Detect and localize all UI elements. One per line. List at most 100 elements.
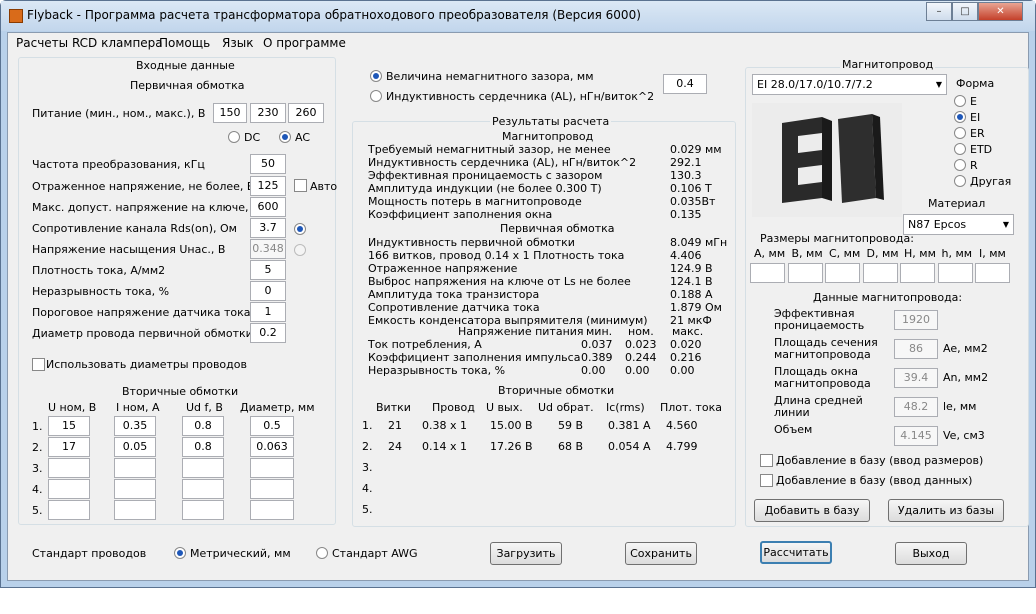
wire-std-label: Стандарт проводов — [32, 547, 147, 560]
sec-input[interactable] — [182, 479, 224, 499]
shape-label: E — [970, 95, 977, 108]
dim-input[interactable] — [975, 263, 1010, 283]
sec-input[interactable]: 15 — [48, 416, 90, 436]
add-to-db-button[interactable]: Добавить в базу — [754, 499, 870, 522]
menu-about[interactable]: О программе — [263, 36, 346, 50]
al-radio[interactable] — [370, 90, 382, 102]
shape-radio-другая[interactable] — [954, 175, 966, 187]
menu-rcd[interactable]: Расчеты RCD клампера — [16, 36, 163, 50]
core-select[interactable]: EI 28.0/17.0/10.7/7.2 ▼ — [752, 74, 947, 95]
sec-input[interactable]: 0.05 — [114, 437, 156, 457]
ac-radio[interactable] — [279, 131, 291, 143]
dim-input[interactable] — [862, 263, 898, 283]
diam-input[interactable]: 0.2 — [250, 323, 286, 343]
close-button[interactable]: ✕ — [978, 2, 1023, 21]
core-data-value[interactable]: 86 — [894, 339, 938, 359]
save-button[interactable]: Сохранить — [625, 542, 697, 565]
sec-input[interactable] — [250, 479, 294, 499]
rds-radio[interactable] — [294, 223, 306, 235]
menu-language[interactable]: Язык — [222, 36, 253, 50]
metric-radio[interactable] — [174, 547, 186, 559]
core-data-value[interactable]: 1920 — [894, 310, 938, 330]
sec-input[interactable] — [114, 479, 156, 499]
res-sec-cell: 68 В — [558, 440, 584, 453]
usat-radio[interactable] — [294, 244, 306, 256]
exit-button[interactable]: Выход — [895, 542, 967, 565]
app-icon — [9, 9, 23, 23]
sec-input[interactable]: 0.5 — [250, 416, 294, 436]
dim-input[interactable] — [900, 263, 935, 283]
use-diam-checkbox[interactable] — [32, 358, 45, 371]
sec-input[interactable] — [182, 500, 224, 520]
sec-input[interactable] — [250, 458, 294, 478]
auto-checkbox[interactable] — [294, 179, 307, 192]
core-data-value[interactable]: 48.2 — [894, 397, 938, 417]
awg-label: Стандарт AWG — [332, 547, 418, 560]
sec-input[interactable]: 0.8 — [182, 416, 224, 436]
supply-nom-input[interactable]: 230 — [250, 103, 286, 123]
rds-input[interactable]: 3.7 — [250, 218, 286, 238]
reflected-input[interactable]: 125 — [250, 176, 286, 196]
freq-label: Частота преобразования, кГц — [32, 158, 205, 171]
result-value: 0.188 А — [670, 288, 713, 301]
sec-input[interactable] — [114, 458, 156, 478]
menu-bar: Расчеты RCD клампера Помощь Язык О прогр… — [8, 33, 1028, 53]
core-data-value[interactable]: 4.145 — [894, 426, 938, 446]
shape-label: EI — [970, 111, 981, 124]
awg-radio[interactable] — [316, 547, 328, 559]
vmax-input[interactable]: 600 — [250, 197, 286, 217]
gap-radio[interactable] — [370, 70, 382, 82]
dim-input[interactable] — [825, 263, 860, 283]
sec-input[interactable] — [48, 458, 90, 478]
sec-input[interactable] — [182, 458, 224, 478]
result-value: 0.029 мм — [670, 143, 722, 156]
res-sec-cell: 0.38 x 1 — [422, 419, 467, 432]
dim-input[interactable] — [787, 263, 823, 283]
shape-radio-r[interactable] — [954, 159, 966, 171]
shape-radio-etd[interactable] — [954, 143, 966, 155]
result-value: 0.035Вт — [670, 195, 716, 208]
remove-from-db-button[interactable]: Удалить из базы — [888, 499, 1004, 522]
maximize-button[interactable]: □ — [952, 2, 978, 21]
material-select[interactable]: N87 Epcos ▼ — [903, 214, 1014, 235]
shape-radio-e[interactable] — [954, 95, 966, 107]
dim-input[interactable] — [750, 263, 785, 283]
calculate-button[interactable]: Рассчитать — [760, 541, 832, 564]
result-value: 0.244 — [625, 351, 657, 364]
minimize-button[interactable]: – — [926, 2, 952, 21]
sense-input[interactable]: 1 — [250, 302, 286, 322]
result-value: 0.00 — [625, 364, 650, 377]
dim-input[interactable] — [937, 263, 973, 283]
gap-input[interactable]: 0.4 — [663, 74, 707, 94]
continuity-input[interactable]: 0 — [250, 281, 286, 301]
material-select-value: N87 Epcos — [908, 218, 967, 231]
client-area: Расчеты RCD клампера Помощь Язык О прогр… — [7, 32, 1029, 581]
sec-input[interactable] — [250, 500, 294, 520]
sec-row-num: 5. — [32, 504, 43, 517]
add-data-checkbox[interactable] — [760, 474, 773, 487]
sec-input[interactable]: 17 — [48, 437, 90, 457]
add-dims-checkbox[interactable] — [760, 454, 773, 467]
menu-help[interactable]: Помощь — [159, 36, 210, 50]
freq-input[interactable]: 50 — [250, 154, 286, 174]
supply-max-input[interactable]: 260 — [288, 103, 324, 123]
supply-hdr-nom: ном. — [628, 325, 654, 338]
core-data-value[interactable]: 39.4 — [894, 368, 938, 388]
result-label: Ток потребления, А — [368, 338, 482, 351]
sec-input[interactable] — [114, 500, 156, 520]
sec-input[interactable]: 0.063 — [250, 437, 294, 457]
result-label: Неразрывность тока, % — [368, 364, 506, 377]
sec-input[interactable]: 0.8 — [182, 437, 224, 457]
sec-input[interactable]: 0.35 — [114, 416, 156, 436]
sec-input[interactable] — [48, 479, 90, 499]
usat-input[interactable]: 0.348 — [250, 239, 286, 259]
shape-radio-ei[interactable] — [954, 111, 966, 123]
sec-input[interactable] — [48, 500, 90, 520]
density-input[interactable]: 5 — [250, 260, 286, 280]
result-value: 0.135 — [670, 208, 702, 221]
dc-radio[interactable] — [228, 131, 240, 143]
core-data-label: Эффективная проницаемость — [774, 307, 865, 332]
load-button[interactable]: Загрузить — [490, 542, 562, 565]
supply-min-input[interactable]: 150 — [213, 103, 247, 123]
shape-radio-er[interactable] — [954, 127, 966, 139]
